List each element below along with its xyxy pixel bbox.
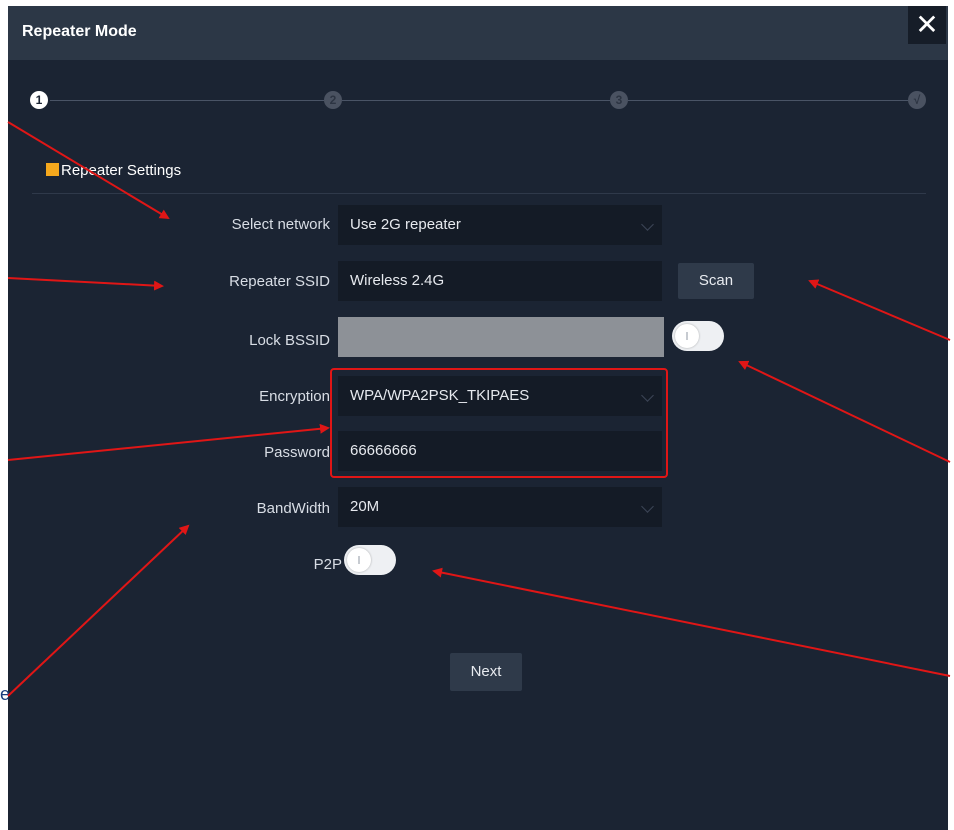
select-network-label: Select network — [231, 216, 330, 233]
toggle-knob — [347, 548, 371, 572]
lock-bssid-input[interactable] — [338, 317, 664, 357]
p2p-label: P2P — [313, 556, 342, 573]
section-marker-icon — [46, 163, 59, 176]
repeater-ssid-label: Repeater SSID — [229, 273, 330, 290]
password-label: Password — [264, 444, 330, 461]
repeater-ssid-value: Wireless 2.4G — [350, 272, 445, 289]
chevron-down-icon — [641, 218, 654, 231]
annotation-text-fragment: e — [0, 684, 11, 704]
highlight-box — [330, 368, 668, 478]
step-1: 1 — [30, 91, 48, 109]
repeater-ssid-input[interactable]: Wireless 2.4G — [338, 261, 662, 301]
step-connector — [628, 100, 908, 101]
step-3: 3 — [610, 91, 628, 109]
toggle-knob — [675, 324, 699, 348]
chevron-down-icon — [641, 500, 654, 513]
section-title: Repeater Settings — [61, 162, 182, 179]
bandwidth-label: BandWidth — [256, 500, 330, 517]
bandwidth-dropdown[interactable]: 20M — [338, 487, 662, 527]
step-complete: √ — [908, 91, 926, 109]
dialog-titlebar: Repeater Mode ✕ — [8, 6, 948, 60]
scan-button[interactable]: Scan — [678, 263, 754, 299]
lock-bssid-toggle[interactable] — [672, 321, 724, 351]
step-connector — [50, 100, 324, 101]
select-network-value: Use 2G repeater — [350, 216, 461, 233]
repeater-mode-dialog: Repeater Mode ✕ 1 2 3 √ Repeater Setting… — [8, 6, 948, 830]
section-header: Repeater Settings — [46, 162, 181, 179]
p2p-toggle[interactable] — [344, 545, 396, 575]
step-connector — [342, 100, 610, 101]
encryption-label: Encryption — [259, 388, 330, 405]
close-icon[interactable]: ✕ — [908, 6, 946, 44]
bandwidth-value: 20M — [350, 498, 380, 515]
divider — [32, 193, 926, 194]
next-button[interactable]: Next — [450, 653, 522, 691]
dialog-title: Repeater Mode — [22, 23, 137, 40]
step-2: 2 — [324, 91, 342, 109]
lock-bssid-label: Lock BSSID — [249, 332, 330, 349]
select-network-dropdown[interactable]: Use 2G repeater — [338, 205, 662, 245]
